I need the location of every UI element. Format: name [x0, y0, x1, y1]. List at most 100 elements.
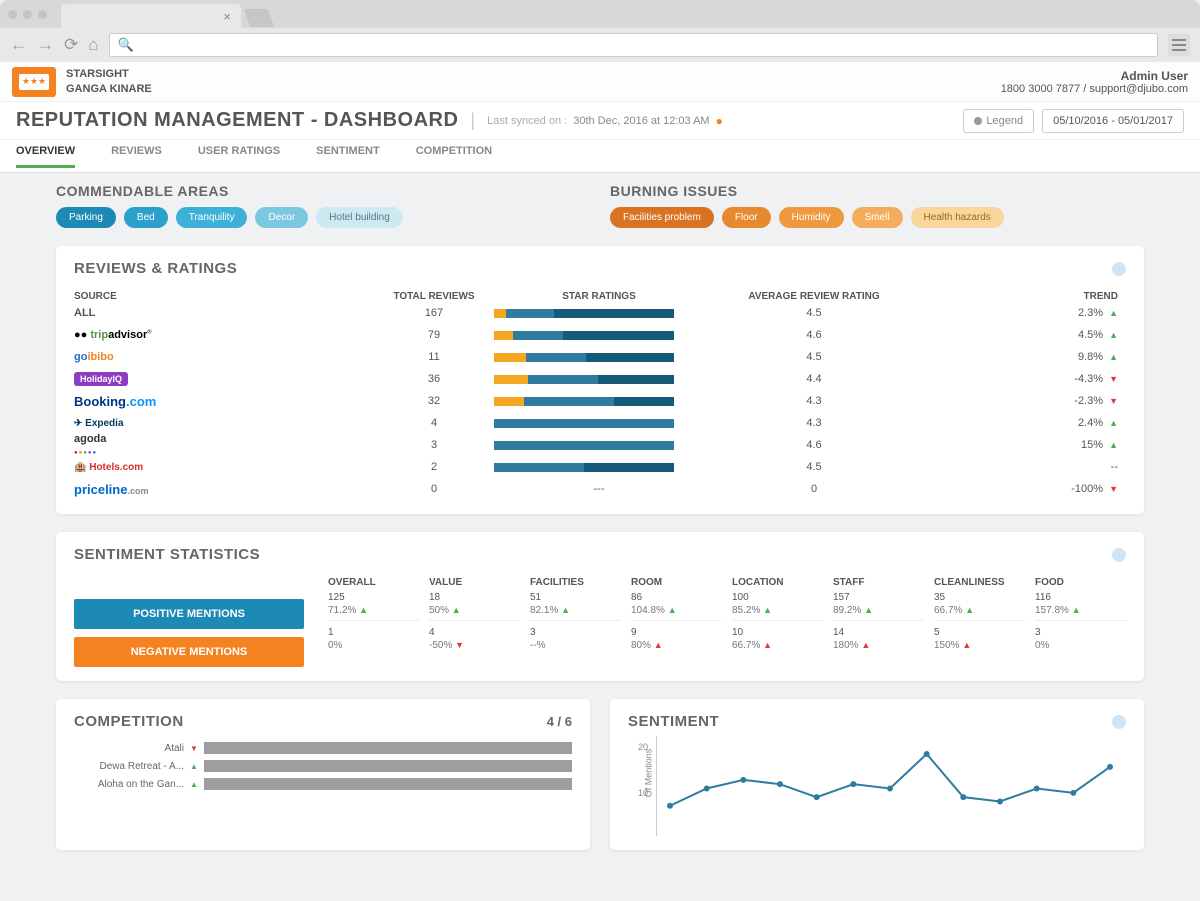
sentiment-chart-card: SENTIMENT Of Mentions 20 10 [610, 699, 1144, 850]
sentiment-col-location: LOCATION10085.2% ▲1066.7% ▲ [732, 577, 823, 667]
sentiment-line-chart: Of Mentions 20 10 [628, 736, 1126, 836]
trend-value: 2.4% ▲ [924, 417, 1126, 429]
total-reviews: 4 [374, 417, 494, 429]
star-ratings-bar [494, 353, 704, 362]
browser-tab[interactable]: × [61, 4, 241, 28]
review-row: agoda●●●●●34.615% ▲ [74, 434, 1126, 456]
sentiment-col-value: VALUE1850% ▲4-50% ▼ [429, 577, 520, 667]
app-header: ★★★ STARSIGHT GANGA KINARE Admin User 18… [0, 62, 1200, 102]
pill-bed[interactable]: Bed [124, 207, 168, 228]
sentiment-col-overall: OVERALL12571.2% ▲10% [328, 577, 419, 667]
window-controls[interactable] [8, 10, 47, 19]
review-row: priceline.com0---0-100% ▼ [74, 478, 1126, 500]
review-row: ALL1674.52.3% ▲ [74, 302, 1126, 324]
tab-overview[interactable]: OVERVIEW [16, 145, 75, 167]
burning-title: BURNING ISSUES [610, 183, 1144, 199]
total-reviews: 3 [374, 439, 494, 451]
trend-value: -2.3% ▼ [924, 395, 1126, 407]
url-input[interactable]: 🔍 [109, 33, 1158, 57]
tab-competition[interactable]: COMPETITION [416, 145, 492, 167]
back-icon[interactable]: ← [10, 35, 27, 55]
reviews-ratings-card: REVIEWS & RATINGS SOURCE TOTAL REVIEWS S… [56, 246, 1144, 514]
commendable-areas: COMMENDABLE AREAS ParkingBedTranquilityD… [56, 183, 590, 228]
legend-button[interactable]: Legend [963, 109, 1034, 133]
pill-floor[interactable]: Floor [722, 207, 771, 228]
review-row: HolidayIQ364.4-4.3% ▼ [74, 368, 1126, 390]
close-icon[interactable]: × [223, 9, 231, 24]
sentiment-col-facilities: FACILITIES5182.1% ▲3--% [530, 577, 621, 667]
sync-label: Last synced on : [487, 115, 567, 127]
col-stars: STAR RATINGS [494, 291, 704, 302]
total-reviews: 79 [374, 329, 494, 341]
forward-icon[interactable]: → [37, 35, 54, 55]
admin-user-label: Admin User [1001, 69, 1188, 83]
home-icon[interactable]: ⌂ [88, 35, 98, 55]
property-name: GANGA KINARE [66, 82, 152, 96]
source-goibibo: goibibo [74, 351, 374, 363]
burning-issues: BURNING ISSUES Facilities problem Floor Hu… [610, 183, 1144, 228]
page-title-row: REPUTATION MANAGEMENT - DASHBOARD | Last… [0, 102, 1200, 140]
star-ratings-bar [494, 397, 704, 406]
pill-hotel-building[interactable]: Hotel building [316, 207, 403, 228]
source-all: ALL [74, 307, 374, 319]
warning-icon[interactable]: ● [716, 114, 723, 128]
avg-rating: 4.5 [704, 307, 924, 319]
trend-value: 2.3% ▲ [924, 307, 1126, 319]
date-range-picker[interactable]: 05/10/2016 - 05/01/2017 [1042, 109, 1184, 133]
page-title: REPUTATION MANAGEMENT - DASHBOARD [16, 109, 458, 132]
source-holidayiq: HolidayIQ [74, 373, 374, 385]
tab-sentiment[interactable]: SENTIMENT [316, 145, 380, 167]
info-icon[interactable] [1112, 262, 1126, 276]
nav-icons: ← → ⟳ ⌂ [10, 35, 99, 55]
review-row: Booking.com324.3-2.3% ▼ [74, 390, 1126, 412]
y-tick: 10 [638, 788, 648, 798]
col-source: SOURCE [74, 291, 374, 302]
review-row: ✈ Expedia4 4.32.4% ▲ [74, 412, 1126, 434]
pill-smell[interactable]: Smell [852, 207, 903, 228]
pill-tranquility[interactable]: Tranquility [176, 207, 248, 228]
trend-value: -4.3% ▼ [924, 373, 1126, 385]
sentiment-chart-title: SENTIMENT [628, 713, 719, 730]
star-ratings-bar [494, 375, 704, 384]
info-icon[interactable] [1112, 715, 1126, 729]
pill-health-hazards[interactable]: Health hazards [911, 207, 1004, 228]
app-logo[interactable]: ★★★ [12, 67, 56, 97]
avg-rating: 4.5 [704, 461, 924, 473]
avg-rating: 4.5 [704, 351, 924, 363]
sentiment-col-staff: STAFF15789.2% ▲14180% ▲ [833, 577, 924, 667]
col-trend: TREND [924, 291, 1126, 302]
review-row: 🏨 Hotels.com2 4.5-- [74, 456, 1126, 478]
contact-info: 1800 3000 7877 / support@djubo.com [1001, 83, 1188, 95]
org-name: STARSIGHT [66, 67, 152, 81]
info-icon[interactable] [1112, 548, 1126, 562]
trend-value: -- [924, 461, 1126, 473]
pill-facilities-problem[interactable]: Facilities problem [610, 207, 714, 228]
separator: | [470, 110, 475, 131]
pill-decor[interactable]: Decor [255, 207, 308, 228]
avg-rating: 4.3 [704, 417, 924, 429]
menu-icon[interactable] [1168, 34, 1190, 56]
tab-user-ratings[interactable]: USER RATINGS [198, 145, 280, 167]
star-ratings-bar [494, 441, 704, 450]
reload-icon[interactable]: ⟳ [64, 35, 78, 55]
browser-chrome: × ← → ⟳ ⌂ 🔍 [0, 0, 1200, 62]
avg-rating: 4.6 [704, 329, 924, 341]
source-expedia: ✈ Expedia [74, 417, 374, 429]
pill-humidity[interactable]: Humidity [779, 207, 844, 228]
competition-row: Aloha on the Gan...▲ [74, 778, 572, 790]
tab-reviews[interactable]: REVIEWS [111, 145, 162, 167]
new-tab-button[interactable] [244, 9, 275, 27]
negative-mentions-button[interactable]: NEGATIVE MENTIONS [74, 637, 304, 667]
search-icon: 🔍 [118, 37, 134, 53]
user-info: Admin User 1800 3000 7877 / support@djub… [1001, 69, 1188, 95]
total-reviews: 2 [374, 461, 494, 473]
trend-value: 9.8% ▲ [924, 351, 1126, 363]
pill-parking[interactable]: Parking [56, 207, 116, 228]
y-tick: 20 [638, 742, 648, 752]
source-hotels.com: 🏨 Hotels.com [74, 461, 374, 473]
avg-rating: 4.3 [704, 395, 924, 407]
sentiment-stats-title: SENTIMENT STATISTICS [74, 546, 260, 563]
positive-mentions-button[interactable]: POSITIVE MENTIONS [74, 599, 304, 629]
avg-rating: 4.6 [704, 439, 924, 451]
star-ratings-bar [494, 331, 704, 340]
